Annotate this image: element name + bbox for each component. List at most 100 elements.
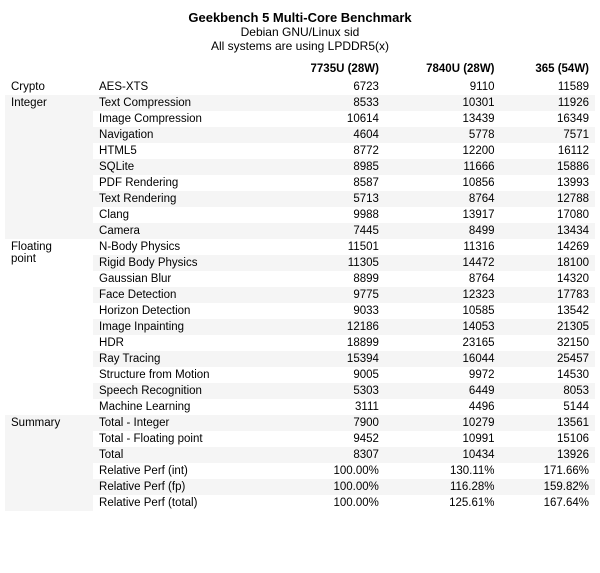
value-cell-1: 100.00% (269, 463, 385, 479)
value-cell-1: 12186 (269, 319, 385, 335)
label-cell: HTML5 (93, 143, 269, 159)
value-cell-3: 13434 (501, 223, 595, 239)
value-cell-3: 15106 (501, 431, 595, 447)
col-header-3: 365 (54W) (501, 61, 595, 79)
table-row: Total - Floating point94521099115106 (5, 431, 595, 447)
value-cell-1: 5713 (269, 191, 385, 207)
table-row: Clang99881391717080 (5, 207, 595, 223)
value-cell-3: 13993 (501, 175, 595, 191)
table-row: Rigid Body Physics113051447218100 (5, 255, 595, 271)
value-cell-3: 7571 (501, 127, 595, 143)
value-cell-1: 9452 (269, 431, 385, 447)
label-cell: N-Body Physics (93, 239, 269, 255)
value-cell-2: 10856 (385, 175, 501, 191)
label-cell: Rigid Body Physics (93, 255, 269, 271)
label-cell: Gaussian Blur (93, 271, 269, 287)
value-cell-1: 8533 (269, 95, 385, 111)
header-title: Geekbench 5 Multi-Core Benchmark (5, 10, 595, 25)
value-cell-3: 15886 (501, 159, 595, 175)
table-row: FloatingpointN-Body Physics1150111316142… (5, 239, 595, 255)
value-cell-1: 9033 (269, 303, 385, 319)
header-sub1: Debian GNU/Linux sid (5, 25, 595, 39)
value-cell-2: 9110 (385, 79, 501, 95)
value-cell-3: 16349 (501, 111, 595, 127)
table-row: SQLite89851166615886 (5, 159, 595, 175)
col-header-1: 7735U (28W) (269, 61, 385, 79)
value-cell-1: 9005 (269, 367, 385, 383)
label-cell: Image Inpainting (93, 319, 269, 335)
value-cell-3: 13926 (501, 447, 595, 463)
label-cell: Image Compression (93, 111, 269, 127)
value-cell-3: 32150 (501, 335, 595, 351)
benchmark-table: 7735U (28W) 7840U (28W) 365 (54W) Crypto… (5, 61, 595, 511)
value-cell-3: 21305 (501, 319, 595, 335)
table-row: HDR188992316532150 (5, 335, 595, 351)
table-row: IntegerText Compression85331030111926 (5, 95, 595, 111)
value-cell-2: 13439 (385, 111, 501, 127)
value-cell-2: 8499 (385, 223, 501, 239)
value-cell-1: 4604 (269, 127, 385, 143)
table-row: PDF Rendering85871085613993 (5, 175, 595, 191)
value-cell-1: 8587 (269, 175, 385, 191)
page-header: Geekbench 5 Multi-Core Benchmark Debian … (5, 10, 595, 53)
label-cell: SQLite (93, 159, 269, 175)
table-row: CryptoAES-XTS6723911011589 (5, 79, 595, 95)
value-cell-3: 25457 (501, 351, 595, 367)
label-cell: Ray Tracing (93, 351, 269, 367)
label-cell: Relative Perf (fp) (93, 479, 269, 495)
value-cell-2: 11666 (385, 159, 501, 175)
value-cell-1: 11501 (269, 239, 385, 255)
col-header-2: 7840U (28W) (385, 61, 501, 79)
label-cell: Total - Floating point (93, 431, 269, 447)
table-row: Total83071043413926 (5, 447, 595, 463)
value-cell-3: 16112 (501, 143, 595, 159)
label-cell: PDF Rendering (93, 175, 269, 191)
value-cell-1: 100.00% (269, 495, 385, 511)
label-cell: Speech Recognition (93, 383, 269, 399)
category-cell: Summary (5, 415, 93, 511)
table-row: Image Inpainting121861405321305 (5, 319, 595, 335)
value-cell-2: 11316 (385, 239, 501, 255)
table-row: Camera7445849913434 (5, 223, 595, 239)
value-cell-3: 159.82% (501, 479, 595, 495)
table-row: Horizon Detection90331058513542 (5, 303, 595, 319)
value-cell-1: 5303 (269, 383, 385, 399)
value-cell-2: 10991 (385, 431, 501, 447)
table-row: Gaussian Blur8899876414320 (5, 271, 595, 287)
value-cell-1: 9988 (269, 207, 385, 223)
value-cell-1: 11305 (269, 255, 385, 271)
value-cell-3: 13561 (501, 415, 595, 431)
label-cell: Structure from Motion (93, 367, 269, 383)
table-row: Speech Recognition530364498053 (5, 383, 595, 399)
value-cell-1: 6723 (269, 79, 385, 95)
label-cell: AES-XTS (93, 79, 269, 95)
table-row: HTML587721220016112 (5, 143, 595, 159)
value-cell-2: 4496 (385, 399, 501, 415)
value-cell-1: 18899 (269, 335, 385, 351)
table-row: Image Compression106141343916349 (5, 111, 595, 127)
table-row: Ray Tracing153941604425457 (5, 351, 595, 367)
value-cell-3: 13542 (501, 303, 595, 319)
value-cell-1: 7445 (269, 223, 385, 239)
value-cell-2: 130.11% (385, 463, 501, 479)
label-cell: Text Compression (93, 95, 269, 111)
value-cell-2: 16044 (385, 351, 501, 367)
table-row: Text Rendering5713876412788 (5, 191, 595, 207)
category-cell: Floatingpoint (5, 239, 93, 415)
label-cell: Face Detection (93, 287, 269, 303)
value-cell-2: 8764 (385, 191, 501, 207)
value-cell-2: 10279 (385, 415, 501, 431)
col-label (93, 61, 269, 79)
value-cell-2: 14053 (385, 319, 501, 335)
table-row: Structure from Motion9005997214530 (5, 367, 595, 383)
value-cell-1: 8307 (269, 447, 385, 463)
value-cell-3: 167.64% (501, 495, 595, 511)
value-cell-3: 14320 (501, 271, 595, 287)
value-cell-1: 100.00% (269, 479, 385, 495)
value-cell-2: 13917 (385, 207, 501, 223)
col-category (5, 61, 93, 79)
table-row: Relative Perf (total)100.00%125.61%167.6… (5, 495, 595, 511)
value-cell-1: 3111 (269, 399, 385, 415)
value-cell-3: 14269 (501, 239, 595, 255)
header-sub2: All systems are using LPDDR5(x) (5, 39, 595, 53)
